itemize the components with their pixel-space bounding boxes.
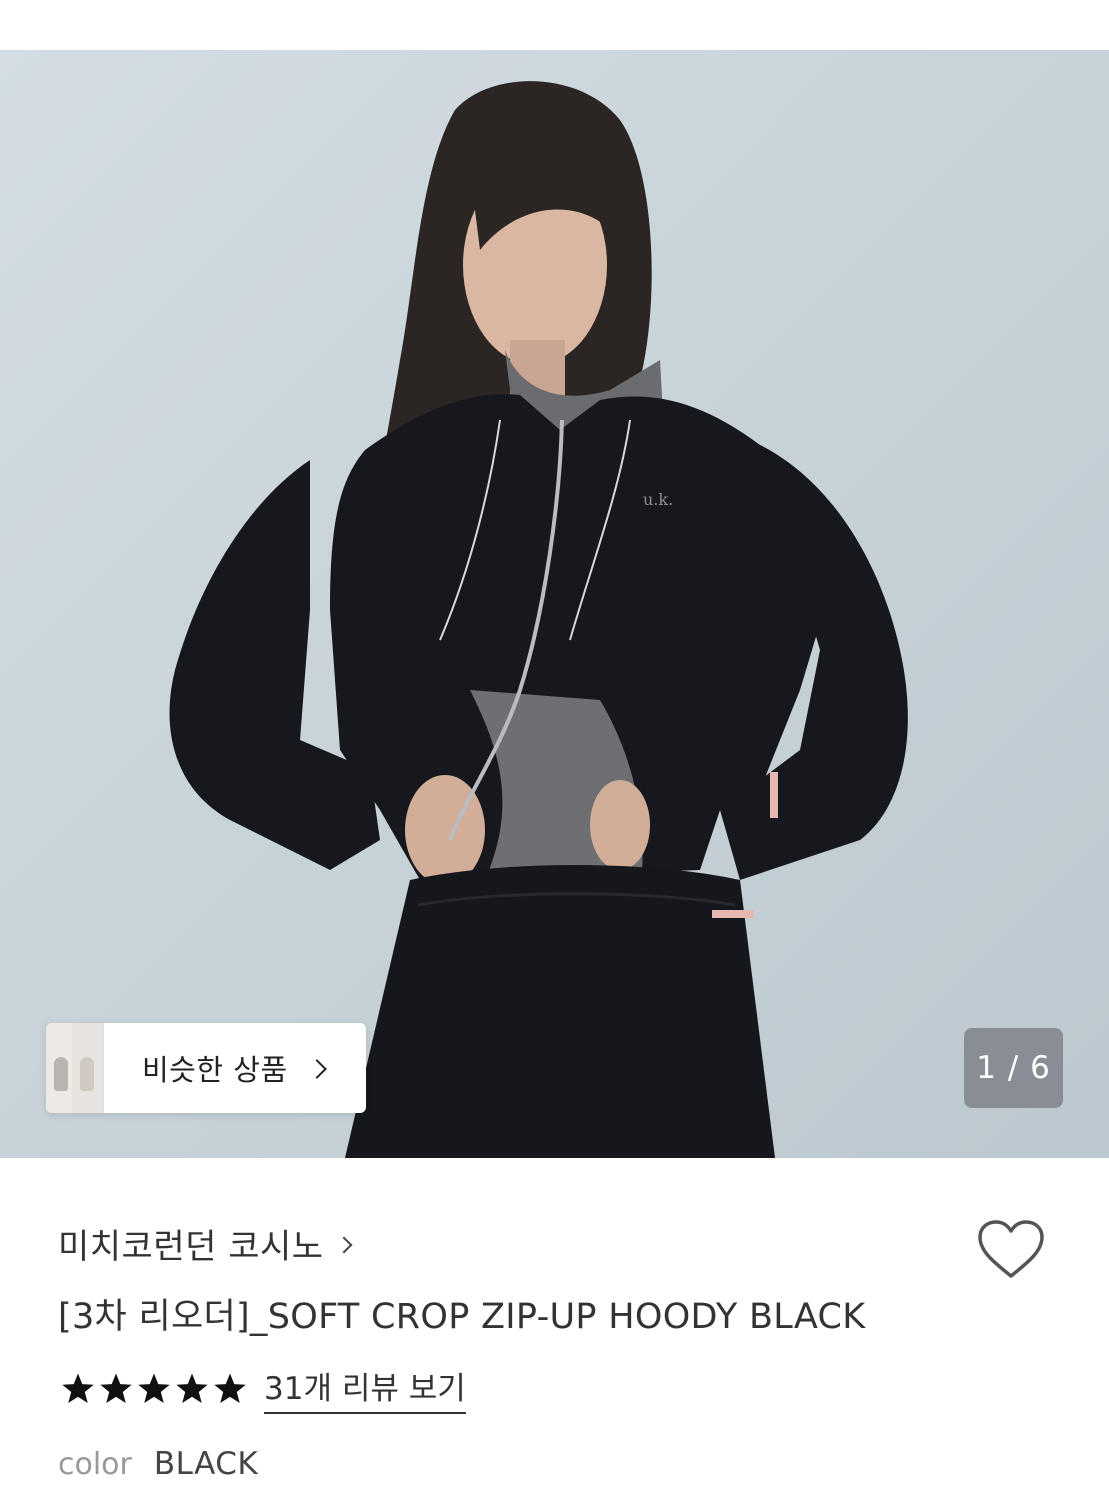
similar-products-label: 비슷한 상품 (142, 1053, 288, 1087)
star-icon (62, 1372, 94, 1403)
image-counter: 1 / 6 (964, 1028, 1063, 1108)
review-link[interactable]: 31개 리뷰 보기 (264, 1363, 466, 1414)
color-value: BLACK (153, 1446, 259, 1482)
chevron-right-icon (335, 1236, 353, 1253)
heart-icon[interactable] (975, 1218, 1047, 1282)
color-row: color BLACK (58, 1446, 258, 1482)
product-detail-page: u.k. 비슷한 상품 1 / 6 미치코런던 코시노 [3차 리오더]_SOF… (0, 0, 1109, 1500)
color-label: color (58, 1447, 132, 1482)
similar-products-button[interactable]: 비슷한 상품 (46, 1023, 366, 1113)
rating-stars (60, 1372, 248, 1406)
product-photo: u.k. (0, 50, 1109, 1158)
hoodie-logo-text: u.k. (643, 490, 673, 509)
chevron-right-icon (306, 1059, 327, 1079)
similar-products-thumbnails (46, 1023, 104, 1113)
brand-link[interactable]: 미치코런던 코시노 (58, 1219, 353, 1268)
product-image[interactable]: u.k. 비슷한 상품 1 / 6 (0, 50, 1109, 1158)
brand-name: 미치코런던 코시노 (58, 1227, 324, 1267)
star-icon (176, 1372, 208, 1403)
star-icon (214, 1372, 246, 1403)
rating-row: 31개 리뷰 보기 (60, 1363, 466, 1414)
star-icon (100, 1372, 132, 1403)
product-title: [3차 리오더]_SOFT CROP ZIP-UP HOODY BLACK (58, 1297, 866, 1337)
star-icon (138, 1372, 170, 1403)
